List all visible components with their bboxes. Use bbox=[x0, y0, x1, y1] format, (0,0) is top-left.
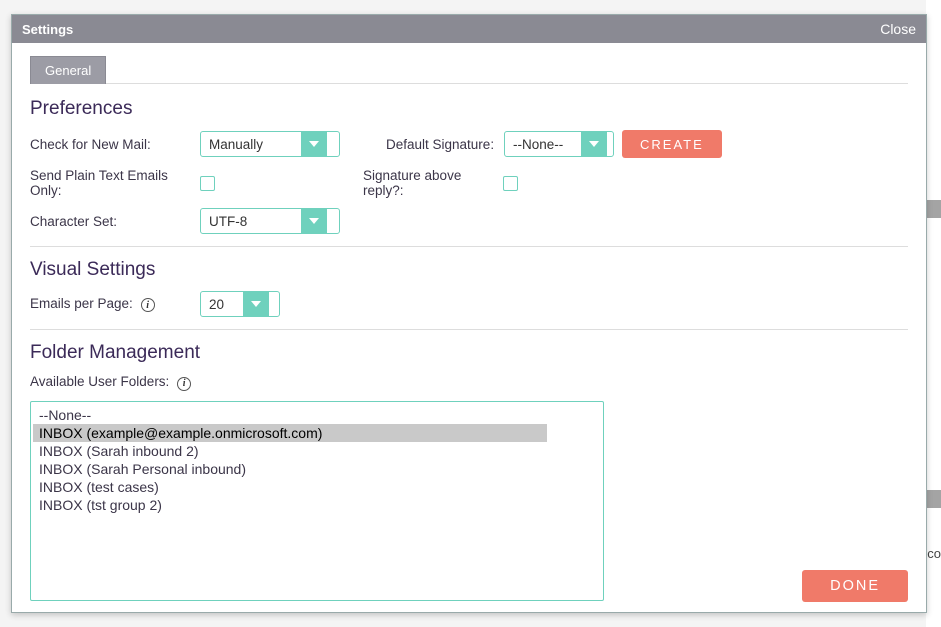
dialog-header: Settings Close bbox=[12, 15, 926, 43]
check-mail-value: Manually bbox=[201, 137, 301, 152]
tab-general[interactable]: General bbox=[30, 56, 106, 84]
avail-folders-label: Available User Folders: i bbox=[30, 374, 191, 391]
check-mail-label: Check for New Mail: bbox=[30, 137, 200, 152]
settings-dialog: Settings Close General Preferences Check… bbox=[11, 14, 927, 613]
preferences-section: Preferences Check for New Mail: Manually… bbox=[30, 98, 908, 247]
folder-item[interactable]: INBOX (Sarah Personal inbound) bbox=[33, 460, 547, 478]
epp-label-text: Emails per Page: bbox=[30, 296, 133, 311]
chevron-down-icon bbox=[243, 292, 269, 316]
info-icon[interactable]: i bbox=[177, 377, 191, 391]
default-sig-value: --None-- bbox=[505, 137, 581, 152]
preferences-heading: Preferences bbox=[30, 98, 908, 120]
epp-value: 20 bbox=[201, 297, 243, 312]
sig-above-checkbox[interactable] bbox=[503, 176, 518, 191]
chevron-down-icon bbox=[581, 132, 607, 156]
plain-text-checkbox[interactable] bbox=[200, 176, 215, 191]
default-sig-select[interactable]: --None-- bbox=[504, 131, 614, 157]
charset-label: Character Set: bbox=[30, 214, 200, 229]
folder-section: Folder Management Available User Folders… bbox=[30, 342, 908, 601]
folder-item[interactable]: INBOX (test cases) bbox=[33, 478, 547, 496]
folder-item[interactable]: INBOX (Sarah inbound 2) bbox=[33, 442, 547, 460]
tabs-row: General bbox=[30, 55, 908, 84]
charset-value: UTF-8 bbox=[201, 214, 301, 229]
folder-item[interactable]: INBOX (tst group 2) bbox=[33, 496, 547, 514]
plain-text-label: Send Plain Text Emails Only: bbox=[30, 168, 200, 198]
done-button[interactable]: DONE bbox=[802, 570, 908, 602]
chevron-down-icon bbox=[301, 209, 327, 233]
default-sig-label: Default Signature: bbox=[386, 137, 504, 152]
sig-above-label: Signature above reply?: bbox=[363, 168, 503, 198]
epp-select[interactable]: 20 bbox=[200, 291, 280, 317]
charset-select[interactable]: UTF-8 bbox=[200, 208, 340, 234]
folder-heading: Folder Management bbox=[30, 342, 908, 364]
check-mail-select[interactable]: Manually bbox=[200, 131, 340, 157]
close-button[interactable]: Close bbox=[880, 21, 916, 37]
epp-label: Emails per Page: i bbox=[30, 296, 200, 313]
visual-section: Visual Settings Emails per Page: i 20 bbox=[30, 259, 908, 330]
avail-folders-label-text: Available User Folders: bbox=[30, 374, 169, 389]
available-folders-listbox[interactable]: --None--INBOX (example@example.onmicroso… bbox=[30, 401, 604, 601]
folder-item[interactable]: --None-- bbox=[33, 406, 547, 424]
folder-item[interactable]: INBOX (example@example.onmicrosoft.com) bbox=[33, 424, 547, 442]
info-icon[interactable]: i bbox=[141, 298, 155, 312]
visual-heading: Visual Settings bbox=[30, 259, 908, 281]
create-signature-button[interactable]: CREATE bbox=[622, 130, 722, 158]
chevron-down-icon bbox=[301, 132, 327, 156]
dialog-title: Settings bbox=[22, 22, 73, 37]
